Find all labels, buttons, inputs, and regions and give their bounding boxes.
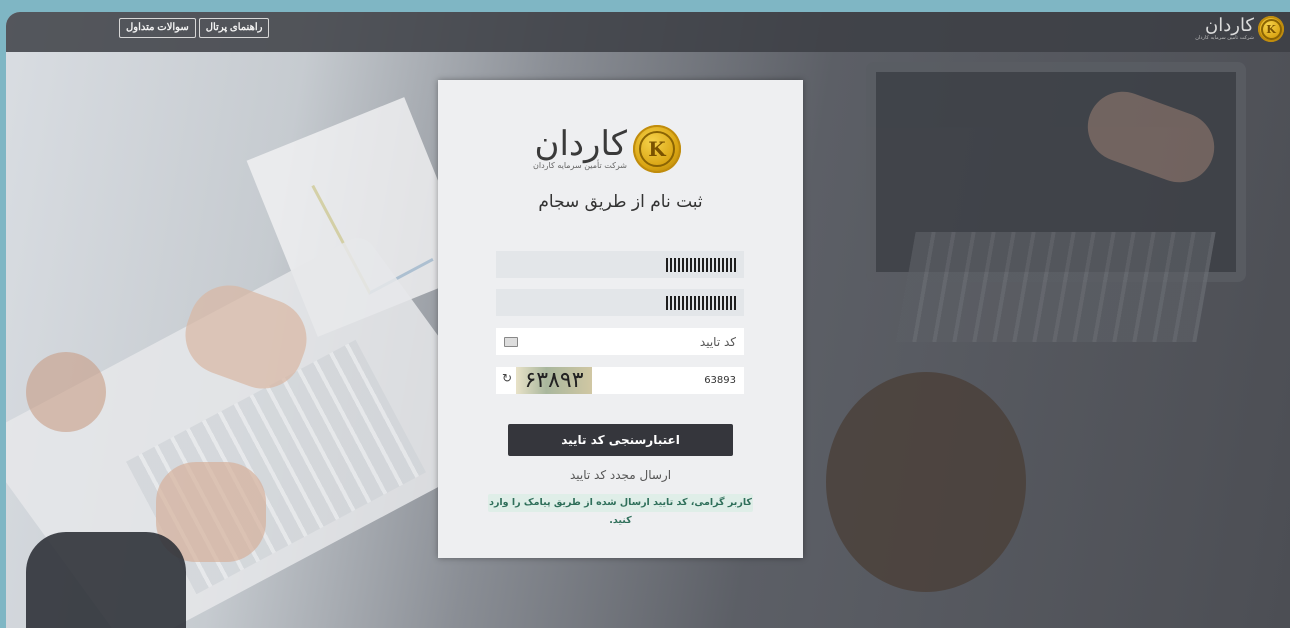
card-logo: کاردان شرکت تأمین سرمایه کاردان K	[533, 125, 681, 173]
brand-logo[interactable]: کاردان شرکت تامین سرمایه کاردان K	[1195, 16, 1284, 42]
captcha-input[interactable]	[616, 367, 736, 394]
k-coin-icon: K	[1258, 16, 1284, 42]
national-id-field[interactable]	[496, 251, 744, 278]
page-background: سوالات متداول راهنمای پرتال کاردان شرکت …	[6, 12, 1290, 628]
background-person-head	[826, 372, 1026, 592]
k-coin-icon: K	[633, 125, 681, 173]
card-logo-name: کاردان	[534, 124, 627, 164]
redacted-value	[666, 296, 736, 310]
otp-input[interactable]	[536, 328, 736, 355]
background-hand	[26, 352, 106, 432]
mobile-number-field[interactable]	[496, 289, 744, 316]
faq-button[interactable]: سوالات متداول	[119, 18, 196, 38]
brand-text-block: کاردان شرکت تامین سرمایه کاردان	[1195, 15, 1254, 42]
background-laptop-right-keyboard	[896, 232, 1216, 342]
page-title: ثبت نام از طریق سجام	[538, 192, 703, 212]
keyboard-icon[interactable]	[504, 337, 518, 347]
redacted-value	[666, 258, 736, 272]
card-logo-text-block: کاردان شرکت تأمین سرمایه کاردان	[533, 127, 627, 171]
refresh-icon[interactable]: ↻	[501, 372, 512, 384]
sms-hint-message: کاربر گرامی، کد تایید ارسال شده از طریق …	[488, 494, 753, 526]
top-bar: سوالات متداول راهنمای پرتال کاردان شرکت …	[6, 12, 1290, 52]
top-nav: سوالات متداول راهنمای پرتال	[119, 18, 270, 38]
background-suit	[26, 532, 186, 628]
card-logo-subtitle: شرکت تأمین سرمایه کاردان	[533, 161, 627, 170]
brand-subtitle: شرکت تامین سرمایه کاردان	[1195, 35, 1254, 41]
portal-guide-button[interactable]: راهنمای پرتال	[198, 18, 270, 38]
otp-field	[496, 328, 744, 355]
captcha-field: ↻ ۶۳۸۹۳	[496, 367, 744, 394]
captcha-image: ۶۳۸۹۳	[516, 367, 592, 394]
resend-code-link[interactable]: ارسال مجدد کد تایید	[438, 468, 803, 482]
login-card: کاردان شرکت تأمین سرمایه کاردان K ثبت نا…	[438, 80, 803, 558]
verify-code-button[interactable]: اعتبارسنجی کد تایید	[508, 424, 733, 456]
brand-name: کاردان	[1205, 15, 1254, 36]
